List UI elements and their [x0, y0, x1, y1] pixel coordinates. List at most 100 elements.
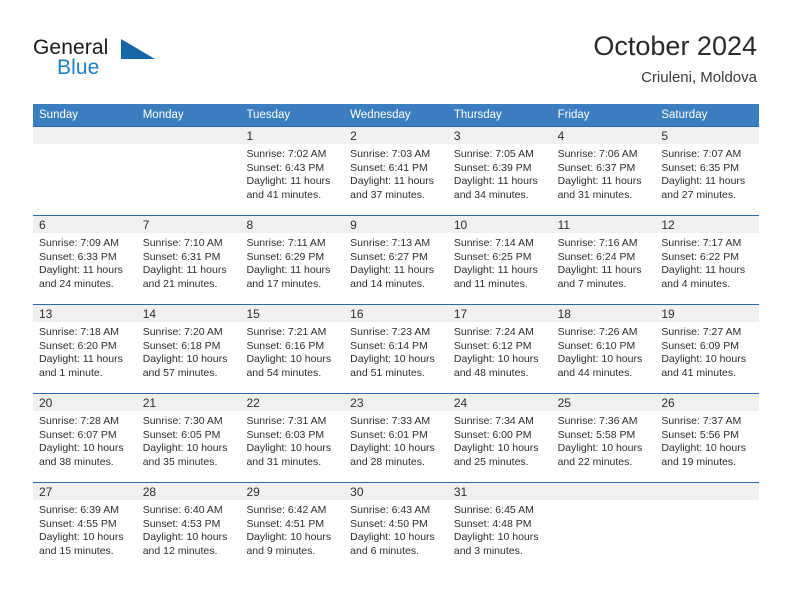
weekday-header-row: Sunday Monday Tuesday Wednesday Thursday…: [33, 104, 759, 126]
day-number: 24: [447, 394, 552, 411]
day-cell[interactable]: 12 Sunrise: 7:17 AM Sunset: 6:22 PM Dayl…: [655, 216, 760, 304]
day-cell[interactable]: 1 Sunrise: 7:02 AM Sunset: 6:43 PM Dayli…: [240, 127, 345, 215]
day-details: Sunrise: 7:06 AM Sunset: 6:37 PM Dayligh…: [552, 144, 656, 202]
weekday-header-monday: Monday: [142, 109, 184, 121]
day-details: Sunrise: 7:28 AM Sunset: 6:07 PM Dayligh…: [33, 411, 137, 469]
day-number: 23: [344, 394, 448, 411]
day-number: 5: [655, 127, 760, 144]
day-cell[interactable]: 23 Sunrise: 7:33 AM Sunset: 6:01 PM Dayl…: [344, 394, 448, 482]
day-number: 22: [240, 394, 345, 411]
day-cell[interactable]: 22 Sunrise: 7:31 AM Sunset: 6:03 PM Dayl…: [240, 394, 345, 482]
day-number: 3: [447, 127, 552, 144]
sunrise-text: Sunrise: 7:34 AM: [453, 415, 534, 427]
day-details: Sunrise: 7:21 AM Sunset: 6:16 PM Dayligh…: [240, 322, 344, 380]
day-cell[interactable]: 28 Sunrise: 6:40 AM Sunset: 4:53 PM Dayl…: [136, 483, 241, 571]
day-number: 16: [344, 305, 448, 322]
day-cell[interactable]: 18 Sunrise: 7:26 AM Sunset: 6:10 PM Dayl…: [551, 305, 656, 393]
day-details: Sunrise: 7:34 AM Sunset: 6:00 PM Dayligh…: [448, 411, 552, 469]
day-number: [136, 127, 241, 144]
weekday-header-sunday: Sunday: [39, 109, 79, 121]
sunset-text: Sunset: 6:22 PM: [661, 250, 739, 263]
page-header: General Blue October 2024 Criuleni, Mold…: [0, 0, 792, 100]
day-details: Sunrise: 6:42 AM Sunset: 4:51 PM Dayligh…: [240, 500, 344, 558]
day-cell[interactable]: [136, 127, 241, 215]
sunset-text: Sunset: 6:00 PM: [453, 428, 532, 441]
sunrise-text: Sunrise: 7:30 AM: [142, 415, 223, 427]
day-cell[interactable]: 30 Sunrise: 6:43 AM Sunset: 4:50 PM Dayl…: [344, 483, 448, 571]
day-cell[interactable]: [655, 483, 760, 571]
week-row: 13 Sunrise: 7:18 AM Sunset: 6:20 PM Dayl…: [33, 304, 760, 393]
day-cell[interactable]: 26 Sunrise: 7:37 AM Sunset: 5:56 PM Dayl…: [655, 394, 760, 482]
day-cell[interactable]: 19 Sunrise: 7:27 AM Sunset: 6:09 PM Dayl…: [655, 305, 760, 393]
day-cell[interactable]: 25 Sunrise: 7:36 AM Sunset: 5:58 PM Dayl…: [551, 394, 656, 482]
sunrise-text: Sunrise: 7:07 AM: [661, 148, 742, 160]
weekday-header-thursday: Thursday: [453, 109, 502, 121]
daylight-text: Daylight: 11 hours and 1 minute.: [39, 353, 123, 379]
sunset-text: Sunset: 4:51 PM: [246, 517, 325, 530]
day-cell[interactable]: [33, 127, 137, 215]
daylight-text: Daylight: 10 hours and 19 minutes.: [661, 442, 746, 468]
sunrise-text: Sunrise: 7:17 AM: [661, 237, 742, 249]
sunset-text: Sunset: 6:27 PM: [350, 250, 428, 263]
sunrise-text: Sunrise: 7:20 AM: [142, 326, 223, 338]
day-cell[interactable]: 14 Sunrise: 7:20 AM Sunset: 6:18 PM Dayl…: [136, 305, 241, 393]
day-cell[interactable]: 31 Sunrise: 6:45 AM Sunset: 4:48 PM Dayl…: [447, 483, 552, 571]
day-cell[interactable]: 20 Sunrise: 7:28 AM Sunset: 6:07 PM Dayl…: [33, 394, 137, 482]
sunrise-text: Sunrise: 7:33 AM: [350, 415, 431, 427]
sunrise-text: Sunrise: 7:23 AM: [350, 326, 431, 338]
day-cell[interactable]: [551, 483, 656, 571]
daylight-text: Daylight: 11 hours and 37 minutes.: [350, 175, 435, 201]
day-details: Sunrise: 7:05 AM Sunset: 6:39 PM Dayligh…: [448, 144, 552, 202]
sunset-text: Sunset: 6:14 PM: [350, 339, 428, 352]
sunset-text: Sunset: 4:53 PM: [142, 517, 221, 530]
day-details: Sunrise: 7:31 AM Sunset: 6:03 PM Dayligh…: [240, 411, 344, 469]
week-row: 20 Sunrise: 7:28 AM Sunset: 6:07 PM Dayl…: [33, 393, 760, 482]
day-cell[interactable]: 3 Sunrise: 7:05 AM Sunset: 6:39 PM Dayli…: [447, 127, 552, 215]
day-details: Sunrise: 7:23 AM Sunset: 6:14 PM Dayligh…: [344, 322, 448, 380]
day-cell[interactable]: 5 Sunrise: 7:07 AM Sunset: 6:35 PM Dayli…: [655, 127, 760, 215]
day-number: 18: [551, 305, 656, 322]
sunset-text: Sunset: 6:25 PM: [453, 250, 532, 263]
day-cell[interactable]: 2 Sunrise: 7:03 AM Sunset: 6:41 PM Dayli…: [344, 127, 448, 215]
sunset-text: Sunset: 6:16 PM: [246, 339, 325, 352]
sunset-text: Sunset: 6:07 PM: [39, 428, 117, 441]
day-details: Sunrise: 7:36 AM Sunset: 5:58 PM Dayligh…: [552, 411, 656, 469]
day-cell[interactable]: 24 Sunrise: 7:34 AM Sunset: 6:00 PM Dayl…: [447, 394, 552, 482]
sunset-text: Sunset: 6:20 PM: [39, 339, 117, 352]
day-details: Sunrise: 7:09 AM Sunset: 6:33 PM Dayligh…: [33, 233, 137, 291]
daylight-text: Daylight: 11 hours and 4 minutes.: [661, 264, 746, 290]
day-cell[interactable]: 15 Sunrise: 7:21 AM Sunset: 6:16 PM Dayl…: [240, 305, 345, 393]
day-number: 19: [655, 305, 760, 322]
day-cell[interactable]: 17 Sunrise: 7:24 AM Sunset: 6:12 PM Dayl…: [447, 305, 552, 393]
day-number: 30: [344, 483, 448, 500]
day-number: 17: [447, 305, 552, 322]
day-number: 27: [33, 483, 137, 500]
daylight-text: Daylight: 10 hours and 51 minutes.: [350, 353, 435, 379]
daylight-text: Daylight: 11 hours and 7 minutes.: [557, 264, 642, 290]
daylight-text: Daylight: 10 hours and 57 minutes.: [142, 353, 228, 379]
general-blue-logo[interactable]: General Blue: [33, 36, 233, 86]
day-cell[interactable]: 21 Sunrise: 7:30 AM Sunset: 6:05 PM Dayl…: [136, 394, 241, 482]
sunrise-text: Sunrise: 7:03 AM: [350, 148, 431, 160]
sunset-text: Sunset: 6:41 PM: [350, 161, 428, 174]
daylight-text: Daylight: 10 hours and 15 minutes.: [39, 531, 124, 557]
day-cell[interactable]: 6 Sunrise: 7:09 AM Sunset: 6:33 PM Dayli…: [33, 216, 137, 304]
day-cell[interactable]: 27 Sunrise: 6:39 AM Sunset: 4:55 PM Dayl…: [33, 483, 137, 571]
day-number: 25: [551, 394, 656, 411]
weekday-header-friday: Friday: [557, 109, 590, 121]
day-details: [552, 500, 656, 504]
day-number: 11: [551, 216, 656, 233]
day-cell[interactable]: 4 Sunrise: 7:06 AM Sunset: 6:37 PM Dayli…: [551, 127, 656, 215]
day-cell[interactable]: 10 Sunrise: 7:14 AM Sunset: 6:25 PM Dayl…: [447, 216, 552, 304]
day-details: [33, 144, 137, 148]
day-cell[interactable]: 7 Sunrise: 7:10 AM Sunset: 6:31 PM Dayli…: [136, 216, 241, 304]
daylight-text: Daylight: 10 hours and 25 minutes.: [453, 442, 539, 468]
day-cell[interactable]: 11 Sunrise: 7:16 AM Sunset: 6:24 PM Dayl…: [551, 216, 656, 304]
day-cell[interactable]: 29 Sunrise: 6:42 AM Sunset: 4:51 PM Dayl…: [240, 483, 345, 571]
day-cell[interactable]: 8 Sunrise: 7:11 AM Sunset: 6:29 PM Dayli…: [240, 216, 345, 304]
week-row: 6 Sunrise: 7:09 AM Sunset: 6:33 PM Dayli…: [33, 215, 760, 304]
day-cell[interactable]: 9 Sunrise: 7:13 AM Sunset: 6:27 PM Dayli…: [344, 216, 448, 304]
day-cell[interactable]: 16 Sunrise: 7:23 AM Sunset: 6:14 PM Dayl…: [344, 305, 448, 393]
day-cell[interactable]: 13 Sunrise: 7:18 AM Sunset: 6:20 PM Dayl…: [33, 305, 137, 393]
day-details: Sunrise: 7:16 AM Sunset: 6:24 PM Dayligh…: [552, 233, 656, 291]
